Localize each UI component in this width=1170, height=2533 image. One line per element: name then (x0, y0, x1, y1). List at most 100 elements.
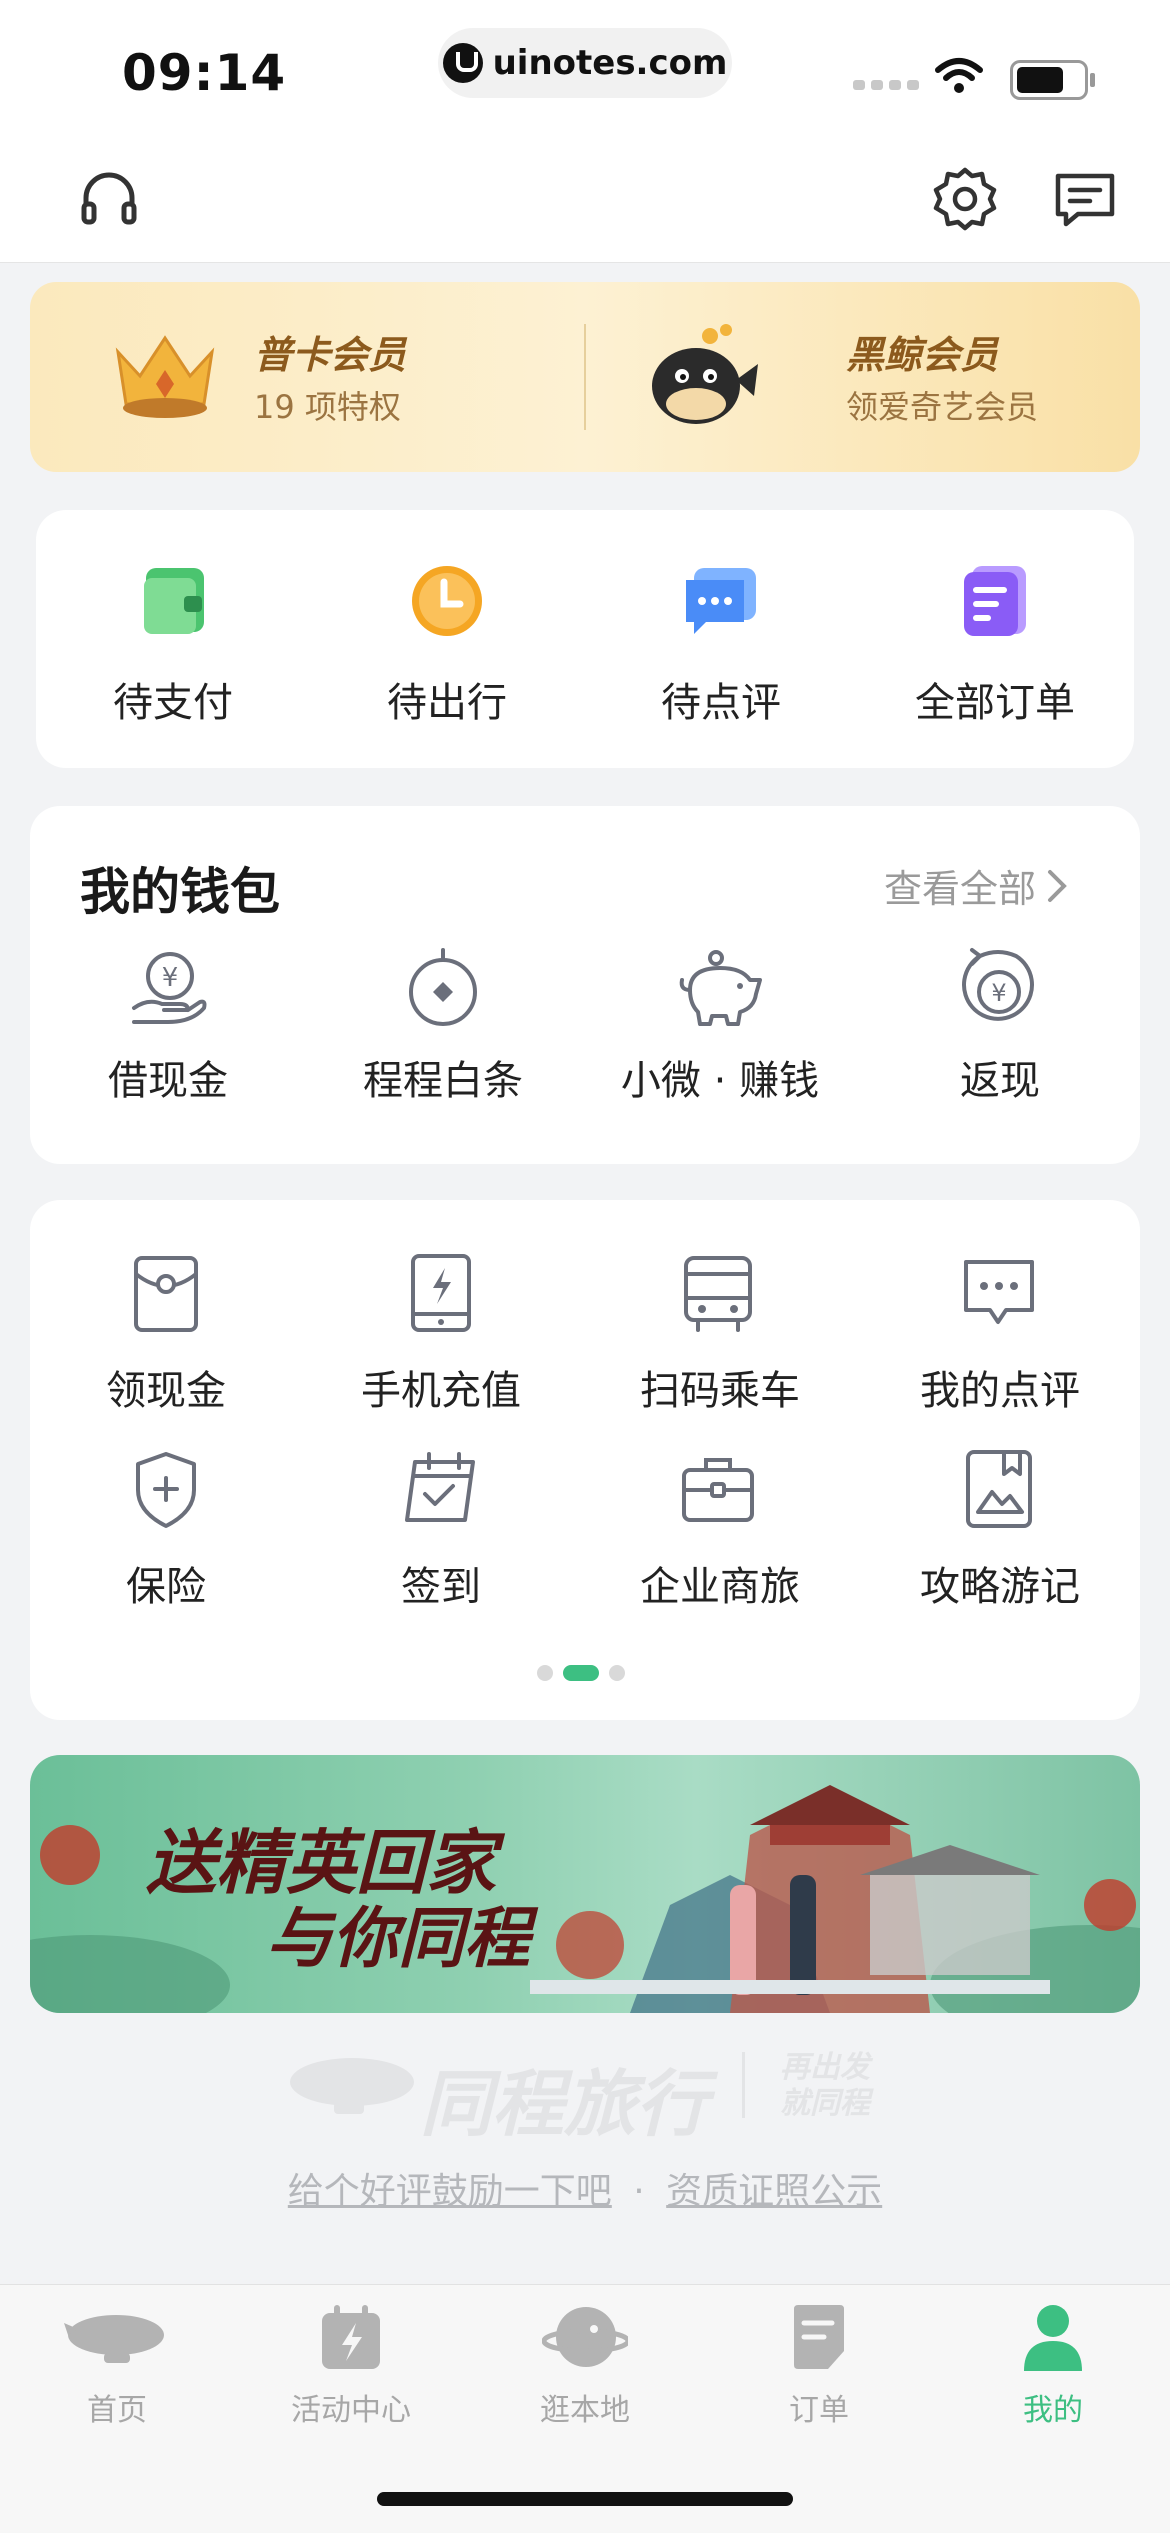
service-scan-ride[interactable]: 扫码乘车 (580, 1250, 860, 1420)
message-icon[interactable] (1052, 170, 1118, 230)
settings-icon[interactable] (932, 166, 998, 232)
tab-orders[interactable]: 订单 (702, 2285, 936, 2435)
url-text: uinotes.com (492, 43, 728, 83)
banner-title-line2: 与你同程 (266, 1899, 530, 1977)
footer-slogan-line1: 再出发 (780, 2050, 870, 2085)
order-label: 待支付 (113, 680, 233, 726)
wallet-item-earn[interactable]: 小微 · 赚钱 (580, 936, 860, 1136)
order-label: 待出行 (387, 680, 507, 726)
phone-charge-icon (411, 1254, 471, 1332)
clock-icon (412, 566, 482, 636)
wallet-item-cash[interactable]: ¥ 借现金 (30, 936, 305, 1136)
service-label: 企业商旅 (640, 1564, 800, 1610)
member-basic-title: 普卡会员 (254, 333, 407, 377)
activity-icon (322, 2305, 380, 2369)
tab-label-active: 我的 (1023, 2393, 1083, 2428)
order-pending-trip[interactable]: 待出行 (310, 510, 584, 768)
bus-icon (684, 1256, 752, 1332)
wallet-item-label: 程程白条 (363, 1058, 523, 1104)
wifi-icon (935, 58, 983, 93)
footer-logo-text: 同程旅行 (420, 2062, 709, 2146)
chat-icon (686, 568, 756, 634)
red-packet-icon (134, 1256, 198, 1332)
service-label: 攻略游记 (920, 1564, 1080, 1610)
site-logo-icon (442, 43, 483, 83)
svg-text:¥: ¥ (162, 963, 179, 993)
wallet-item-label: 借现金 (108, 1058, 228, 1104)
briefcase-icon (682, 1458, 754, 1522)
footer-links: 给个好评鼓励一下吧 · 资质证照公示 (0, 2162, 1170, 2214)
person-icon (1024, 2305, 1082, 2371)
member-blackwhale-subtitle: 领爱奇艺会员 (846, 388, 1039, 426)
service-label: 保险 (126, 1564, 206, 1610)
service-business-travel[interactable]: 企业商旅 (580, 1446, 860, 1616)
footer-blimp-icon (290, 2058, 414, 2114)
promo-banner[interactable]: 送精英回家 与你同程 (30, 1755, 1140, 2013)
tab-label: 逛本地 (540, 2393, 630, 2428)
member-basic-subtitle: 19 项特权 (254, 388, 401, 426)
top-nav (0, 130, 1170, 263)
service-my-reviews[interactable]: 我的点评 (860, 1250, 1140, 1420)
page-dot[interactable] (609, 1665, 625, 1681)
rate-app-link[interactable]: 给个好评鼓励一下吧 (288, 2171, 612, 2212)
member-card-blackwhale[interactable]: 黑鲸会员 领爱奇艺会员 (586, 282, 1140, 472)
service-label: 签到 (401, 1564, 481, 1610)
order-pending-payment[interactable]: 待支付 (36, 510, 310, 768)
service-get-cash[interactable]: 领现金 (30, 1250, 305, 1420)
status-bar: 09:14 uinotes.com (0, 0, 1170, 130)
wallet-item-cashback[interactable]: ¥ 返现 (860, 936, 1140, 1136)
service-label: 手机充值 (361, 1368, 521, 1414)
status-time: 09:14 (122, 44, 287, 102)
services-card: 领现金 手机充值 扫码乘车 我的点评 保险 签到 企业商旅 攻略游记 (30, 1200, 1140, 1720)
url-pill[interactable]: uinotes.com (438, 28, 732, 98)
credit-icon (409, 948, 477, 1026)
member-card-basic[interactable]: 普卡会员 19 项特权 (30, 282, 585, 472)
membership-banner: 普卡会员 19 项特权 黑鲸会员 领爱奇艺会员 (30, 282, 1140, 472)
service-insurance[interactable]: 保险 (30, 1446, 305, 1616)
page-dot[interactable] (537, 1665, 553, 1681)
tab-home[interactable]: 首页 (0, 2285, 234, 2435)
tab-local[interactable]: 逛本地 (468, 2285, 702, 2435)
headset-icon[interactable] (78, 168, 140, 230)
wallet-view-all-label: 查看全部 (884, 867, 1037, 911)
service-travel-guides[interactable]: 攻略游记 (860, 1446, 1140, 1616)
wallet-title: 我的钱包 (80, 863, 280, 921)
tab-activity-center[interactable]: 活动中心 (234, 2285, 468, 2435)
planet-icon (542, 2307, 628, 2367)
order-pending-review[interactable]: 待点评 (584, 510, 858, 768)
home-indicator (377, 2492, 793, 2506)
svg-text:¥: ¥ (991, 979, 1006, 1007)
wallet-item-label: 小微 · 赚钱 (620, 1058, 820, 1104)
wallet-card: 我的钱包 查看全部 ¥ 借现金 程程白条 小微 · 赚钱 ¥ 返现 (30, 806, 1140, 1164)
chevron-right-icon (1048, 869, 1067, 902)
document-icon (964, 566, 1026, 636)
tab-mine[interactable]: 我的 (936, 2285, 1170, 2435)
shield-icon (136, 1452, 196, 1528)
tab-label: 订单 (789, 2393, 849, 2428)
service-label: 我的点评 (920, 1368, 1080, 1414)
services-pagination (537, 1665, 625, 1681)
footer-slogan: 再出发 就同程 (780, 2050, 870, 2122)
service-label: 领现金 (106, 1368, 226, 1414)
footer-divider (742, 2052, 745, 2118)
signal-icon (853, 80, 919, 90)
orders-card: 待支付 待出行 待点评 全部订单 (36, 510, 1134, 768)
bookmark-book-icon (966, 1450, 1032, 1528)
page-dot-active[interactable] (563, 1665, 599, 1681)
order-label: 待点评 (661, 680, 781, 726)
order-label: 全部订单 (915, 680, 1075, 726)
whale-icon (652, 324, 758, 424)
comment-icon (964, 1260, 1034, 1324)
wallet-item-label: 返现 (960, 1058, 1040, 1104)
blimp-icon (64, 2315, 164, 2363)
crown-icon (115, 335, 215, 418)
wallet-item-baitiao[interactable]: 程程白条 (305, 936, 580, 1136)
tab-label: 活动中心 (291, 2393, 411, 2428)
wallet-view-all[interactable]: 查看全部 (884, 858, 1068, 913)
service-checkin[interactable]: 签到 (305, 1446, 580, 1616)
footer-slogan-line2: 就同程 (780, 2086, 870, 2121)
order-all[interactable]: 全部订单 (858, 510, 1132, 768)
license-link[interactable]: 资质证照公示 (666, 2171, 882, 2212)
footer-separator: · (633, 2171, 645, 2212)
service-phone-charge[interactable]: 手机充值 (305, 1250, 580, 1420)
